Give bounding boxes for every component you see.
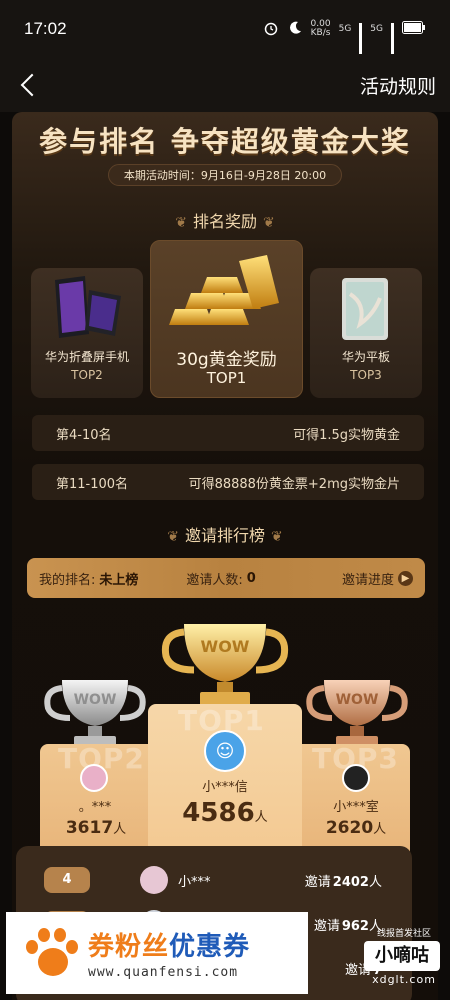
activity-period: 本期活动时间：9月16日-9月28日 20:00: [108, 164, 342, 186]
network-type-2: 5G: [370, 24, 383, 34]
invite-count-label: 邀请人数:: [186, 572, 243, 588]
prize-rank: TOP3: [350, 368, 382, 382]
podium-score-top2: 3617人: [65, 818, 127, 838]
alarm-icon: [263, 20, 279, 39]
my-rank-value: 未上榜: [99, 572, 139, 588]
prize-name: 华为折叠屏手机: [44, 350, 129, 364]
tablet-image: [342, 278, 388, 340]
watermark-title: 券粉丝优惠券: [88, 932, 251, 962]
podium-name-top3: 小***室: [333, 800, 379, 815]
my-rank-bar: 我的排名: 未上榜 邀请人数: 0 邀请进度 ▶: [27, 558, 425, 598]
prize-rank: TOP2: [71, 368, 103, 382]
reward-tier-row: 第4-10名 可得1.5g实物黄金: [32, 415, 424, 451]
bronze-trophy-icon: WOW: [306, 680, 408, 748]
foldable-phone-image: [55, 276, 121, 338]
tier-reward: 可得88888份黄金票+2mg实物金片: [188, 476, 400, 492]
prize-name: 华为平板: [341, 350, 390, 364]
tier-range: 第11-100名: [56, 476, 129, 492]
silver-trophy-icon: WOW: [44, 680, 146, 748]
quanfensi-watermark: 券粉丝优惠券 www.quanfensi.com: [6, 912, 308, 994]
my-rank-label: 我的排名:: [39, 572, 96, 588]
podium-name-top1: 小***信: [202, 780, 248, 795]
laurel-right-icon: ❦: [263, 215, 275, 231]
prize-name: 30g黄金奖励: [176, 350, 277, 370]
network-type-1: 5G: [338, 24, 352, 34]
battery-icon: [402, 21, 426, 37]
gold-trophy-icon: WOW: [161, 624, 289, 706]
xdglt-watermark: 线报首发社区 小嘀咕 xdglt.com: [364, 926, 444, 986]
svg-text:WOW: WOW: [201, 637, 250, 656]
rank-badge: 4: [44, 867, 90, 893]
status-bar: 17:02 0.00 KB/s 5G 5G: [0, 0, 450, 58]
signal-icon: [359, 23, 363, 54]
laurel-right-icon: ❦: [271, 529, 283, 545]
leaderboard-section-title: ❦ 邀请排行榜 ❦: [167, 526, 283, 545]
prize-card-top3[interactable]: 华为平板 TOP3: [310, 268, 422, 398]
list-item[interactable]: 4 小*** 邀请 2402人: [16, 860, 412, 900]
laurel-left-icon: ❦: [175, 215, 187, 231]
prize-card-top2[interactable]: 华为折叠屏手机 TOP2: [31, 268, 143, 398]
gold-bars-image: [169, 255, 279, 325]
activity-rules-link[interactable]: 活动规则: [360, 72, 436, 99]
prize-card-top1[interactable]: 30g黄金奖励 TOP1: [150, 240, 303, 398]
page-title: 参与排名 争夺超级黄金大奖: [39, 125, 411, 158]
podium-score-top3: 2620人: [325, 818, 387, 838]
prize-rank: TOP1: [206, 369, 247, 387]
svg-text:WOW: WOW: [336, 692, 379, 708]
podium-score-top1: 4586人: [182, 798, 268, 828]
tier-range: 第4-10名: [56, 427, 112, 443]
watermark-url: www.quanfensi.com: [88, 965, 239, 980]
laurel-left-icon: ❦: [167, 529, 179, 545]
list-invites: 邀请 2402人: [304, 874, 382, 890]
doraemon-avatar-icon: ☺: [215, 740, 235, 762]
avatar[interactable]: [80, 764, 108, 792]
podium-name-top2: 。***: [78, 800, 112, 815]
moon-icon: [287, 20, 303, 39]
avatar: [140, 866, 168, 894]
avatar[interactable]: ☺: [204, 730, 246, 772]
nav-bar: 活动规则: [0, 58, 450, 112]
status-time: 17:02: [24, 19, 67, 38]
signal-icon: [391, 23, 394, 54]
reward-tier-row: 第11-100名 可得88888份黄金票+2mg实物金片: [32, 464, 424, 500]
back-button[interactable]: [14, 70, 44, 100]
paw-logo-icon: [24, 926, 78, 980]
prizes-section-title: ❦ 排名奖励 ❦: [175, 212, 275, 231]
invite-progress-link[interactable]: 邀请进度 ▶: [342, 569, 413, 588]
status-icons: 0.00 KB/s 5G 5G: [263, 19, 426, 54]
net-speed: 0.00 KB/s: [310, 19, 331, 38]
tier-reward: 可得1.5g实物黄金: [293, 427, 400, 443]
svg-text:WOW: WOW: [74, 692, 117, 708]
invite-count-value: 0: [246, 570, 256, 586]
list-name: 小***: [178, 874, 211, 890]
arrow-right-icon: ▶: [398, 570, 413, 586]
avatar[interactable]: [342, 764, 370, 792]
activity-panel: 参与排名 争夺超级黄金大奖 本期活动时间：9月16日-9月28日 20:00 ❦…: [12, 112, 438, 1000]
